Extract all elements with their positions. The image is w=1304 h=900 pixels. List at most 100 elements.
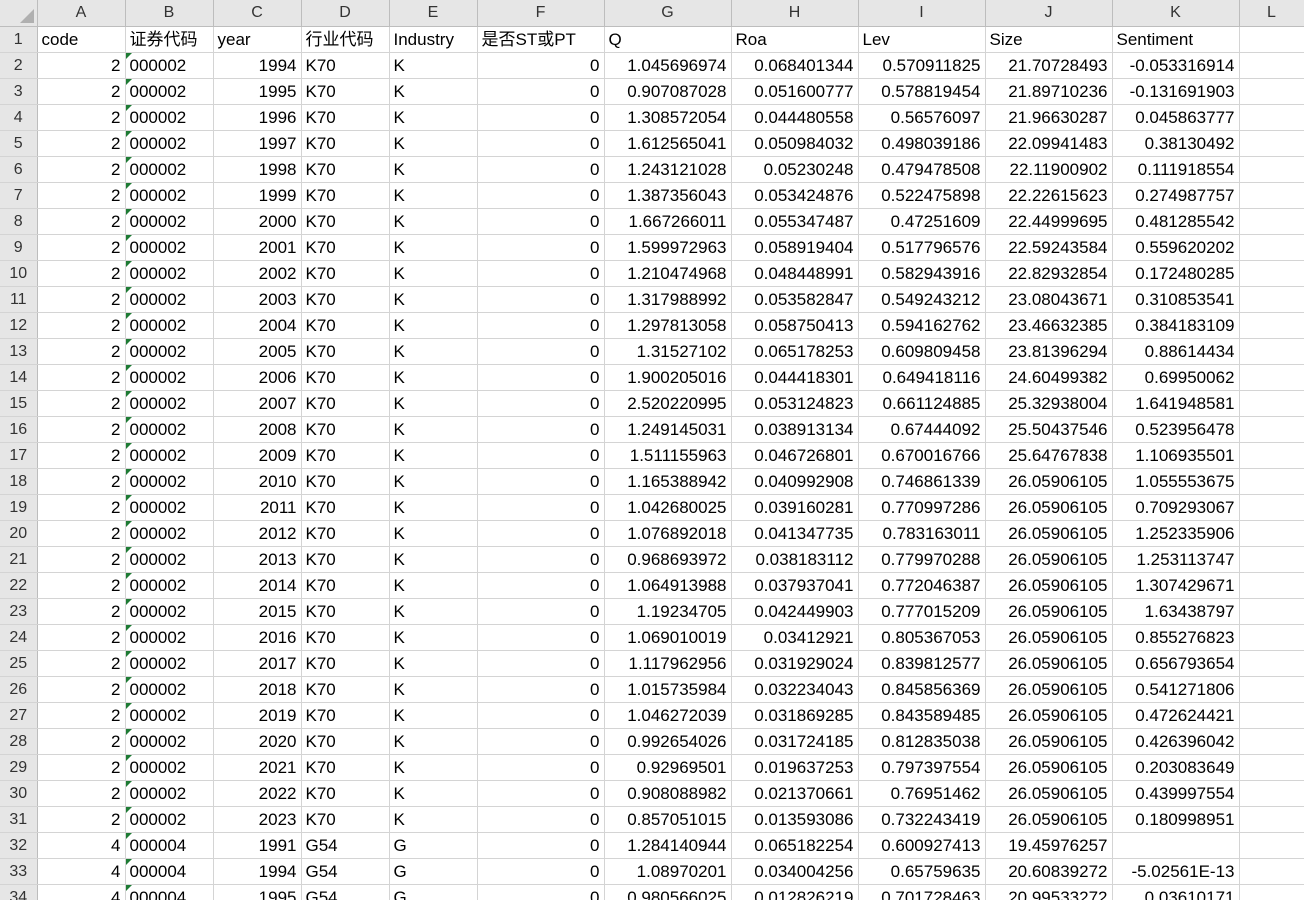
cell-l22[interactable] [1239, 572, 1304, 599]
cell-h22[interactable]: 0.037937041 [731, 572, 859, 599]
cell-h11[interactable]: 0.053582847 [731, 286, 859, 313]
cell-i5[interactable]: 0.498039186 [858, 130, 986, 157]
cell-f33[interactable]: 0 [477, 858, 605, 885]
column-header-c[interactable]: C [213, 0, 302, 27]
cell-c29[interactable]: 2021 [213, 754, 302, 781]
cell-k20[interactable]: 1.252335906 [1112, 520, 1240, 547]
cell-h7[interactable]: 0.053424876 [731, 182, 859, 209]
cell-i7[interactable]: 0.522475898 [858, 182, 986, 209]
cell-g27[interactable]: 1.046272039 [604, 702, 732, 729]
cell-d19[interactable]: K70 [301, 494, 390, 521]
cell-j11[interactable]: 23.08043671 [985, 286, 1113, 313]
cell-c4[interactable]: 1996 [213, 104, 302, 131]
cell-h29[interactable]: 0.019637253 [731, 754, 859, 781]
cell-b6[interactable]: 000002 [125, 156, 214, 183]
cell-d29[interactable]: K70 [301, 754, 390, 781]
cell-h1[interactable]: Roa [731, 26, 859, 53]
cell-k30[interactable]: 0.439997554 [1112, 780, 1240, 807]
cell-h23[interactable]: 0.042449903 [731, 598, 859, 625]
cell-a3[interactable]: 2 [37, 78, 126, 105]
cell-l33[interactable] [1239, 858, 1304, 885]
row-header[interactable]: 21 [0, 546, 38, 573]
cell-d7[interactable]: K70 [301, 182, 390, 209]
cell-l34[interactable] [1239, 884, 1304, 900]
cell-k27[interactable]: 0.472624421 [1112, 702, 1240, 729]
cell-b25[interactable]: 000002 [125, 650, 214, 677]
cell-e30[interactable]: K [389, 780, 478, 807]
cell-h32[interactable]: 0.065182254 [731, 832, 859, 859]
cell-a20[interactable]: 2 [37, 520, 126, 547]
cell-f7[interactable]: 0 [477, 182, 605, 209]
cell-f4[interactable]: 0 [477, 104, 605, 131]
cell-f10[interactable]: 0 [477, 260, 605, 287]
cell-e16[interactable]: K [389, 416, 478, 443]
cell-e27[interactable]: K [389, 702, 478, 729]
cell-l18[interactable] [1239, 468, 1304, 495]
cell-d31[interactable]: K70 [301, 806, 390, 833]
cell-i15[interactable]: 0.661124885 [858, 390, 986, 417]
cell-g34[interactable]: 0.980566025 [604, 884, 732, 900]
cell-c14[interactable]: 2006 [213, 364, 302, 391]
cell-k25[interactable]: 0.656793654 [1112, 650, 1240, 677]
cell-g7[interactable]: 1.387356043 [604, 182, 732, 209]
cell-b18[interactable]: 000002 [125, 468, 214, 495]
cell-b19[interactable]: 000002 [125, 494, 214, 521]
row-header[interactable]: 13 [0, 338, 38, 365]
cell-l10[interactable] [1239, 260, 1304, 287]
cell-b17[interactable]: 000002 [125, 442, 214, 469]
cell-l25[interactable] [1239, 650, 1304, 677]
cell-f28[interactable]: 0 [477, 728, 605, 755]
cell-g23[interactable]: 1.19234705 [604, 598, 732, 625]
cell-b13[interactable]: 000002 [125, 338, 214, 365]
column-header-b[interactable]: B [125, 0, 214, 27]
cell-f30[interactable]: 0 [477, 780, 605, 807]
cell-i16[interactable]: 0.67444092 [858, 416, 986, 443]
cell-h17[interactable]: 0.046726801 [731, 442, 859, 469]
cell-j33[interactable]: 20.60839272 [985, 858, 1113, 885]
cell-f6[interactable]: 0 [477, 156, 605, 183]
cell-a32[interactable]: 4 [37, 832, 126, 859]
cell-i32[interactable]: 0.600927413 [858, 832, 986, 859]
cell-h3[interactable]: 0.051600777 [731, 78, 859, 105]
cell-e25[interactable]: K [389, 650, 478, 677]
cell-h26[interactable]: 0.032234043 [731, 676, 859, 703]
cell-d13[interactable]: K70 [301, 338, 390, 365]
cell-e11[interactable]: K [389, 286, 478, 313]
cell-e3[interactable]: K [389, 78, 478, 105]
cell-g18[interactable]: 1.165388942 [604, 468, 732, 495]
cell-k26[interactable]: 0.541271806 [1112, 676, 1240, 703]
row-header[interactable]: 6 [0, 156, 38, 183]
cell-g9[interactable]: 1.599972963 [604, 234, 732, 261]
cell-l12[interactable] [1239, 312, 1304, 339]
cell-d16[interactable]: K70 [301, 416, 390, 443]
cell-k7[interactable]: 0.274987757 [1112, 182, 1240, 209]
cell-k9[interactable]: 0.559620202 [1112, 234, 1240, 261]
cell-f13[interactable]: 0 [477, 338, 605, 365]
cell-a6[interactable]: 2 [37, 156, 126, 183]
cell-e6[interactable]: K [389, 156, 478, 183]
cell-d34[interactable]: G54 [301, 884, 390, 900]
cell-d27[interactable]: K70 [301, 702, 390, 729]
cell-g19[interactable]: 1.042680025 [604, 494, 732, 521]
cell-e13[interactable]: K [389, 338, 478, 365]
cell-d12[interactable]: K70 [301, 312, 390, 339]
cell-a31[interactable]: 2 [37, 806, 126, 833]
row-header[interactable]: 34 [0, 884, 38, 900]
cell-g17[interactable]: 1.511155963 [604, 442, 732, 469]
row-header[interactable]: 4 [0, 104, 38, 131]
cell-l1[interactable] [1239, 26, 1304, 53]
cell-g13[interactable]: 1.31527102 [604, 338, 732, 365]
cell-b14[interactable]: 000002 [125, 364, 214, 391]
cell-b22[interactable]: 000002 [125, 572, 214, 599]
cell-k10[interactable]: 0.172480285 [1112, 260, 1240, 287]
cell-a1[interactable]: code [37, 26, 126, 53]
cell-d11[interactable]: K70 [301, 286, 390, 313]
cell-d25[interactable]: K70 [301, 650, 390, 677]
cell-b7[interactable]: 000002 [125, 182, 214, 209]
cell-f17[interactable]: 0 [477, 442, 605, 469]
cell-h31[interactable]: 0.013593086 [731, 806, 859, 833]
cell-d9[interactable]: K70 [301, 234, 390, 261]
select-all-corner[interactable] [0, 0, 38, 27]
row-header[interactable]: 32 [0, 832, 38, 859]
cell-k18[interactable]: 1.055553675 [1112, 468, 1240, 495]
